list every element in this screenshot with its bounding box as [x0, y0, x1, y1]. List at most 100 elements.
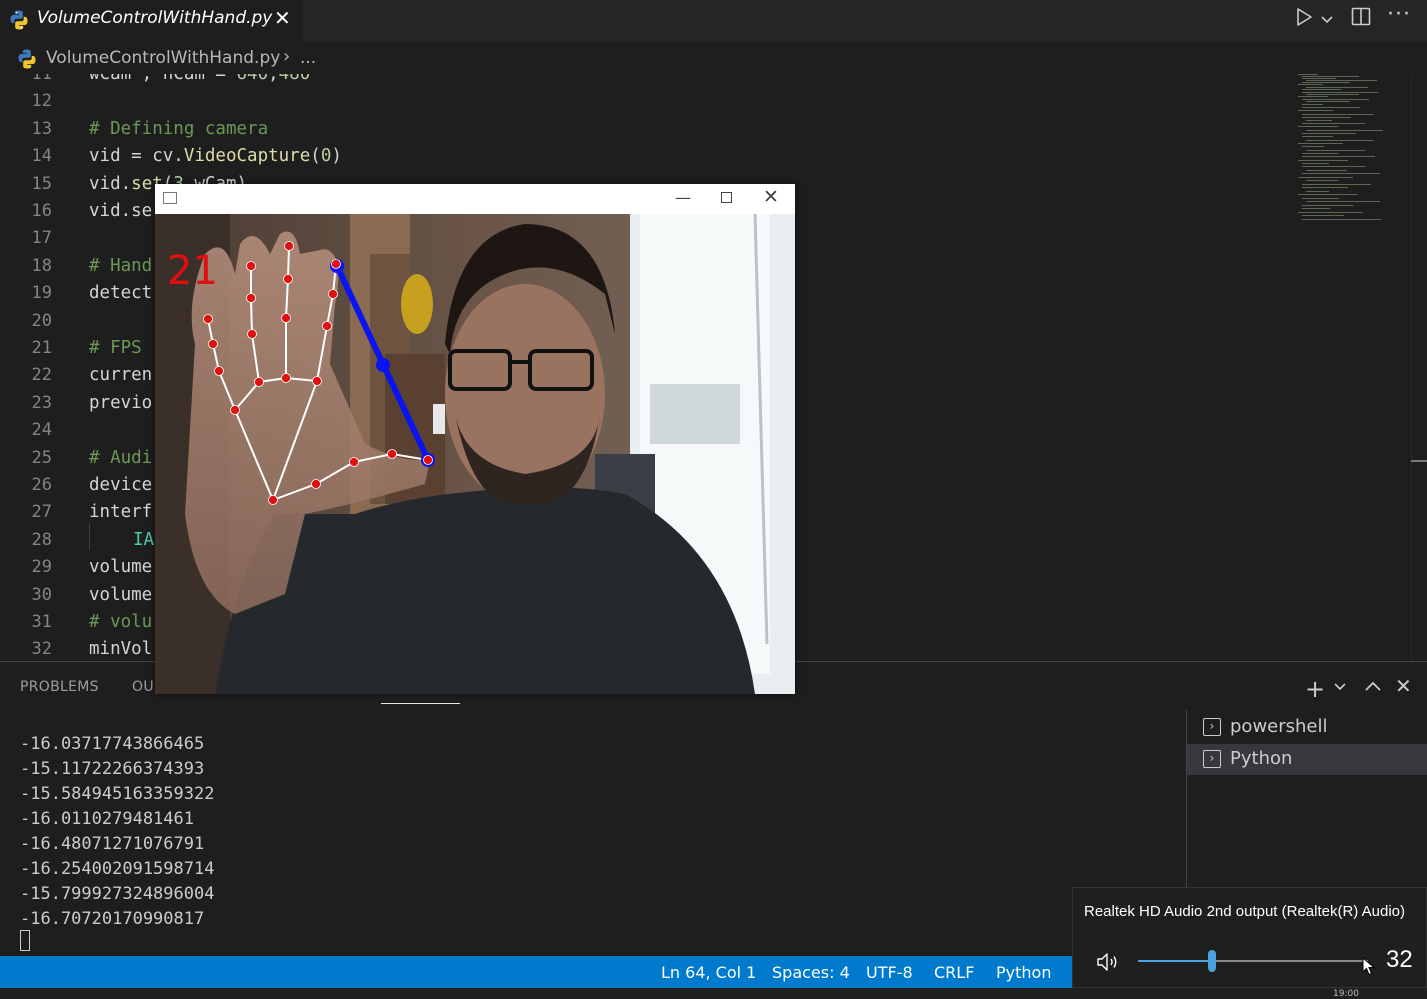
editor-tab[interactable]: VolumeControlWithHand.py ✕ — [0, 0, 302, 42]
line-number: 13 — [31, 118, 52, 139]
landmark-point — [268, 495, 278, 505]
line-number: 30 — [31, 584, 52, 605]
output-line: -16.48071271076791 — [20, 834, 205, 854]
maximize-icon[interactable] — [721, 192, 732, 203]
scrollbar-thumb[interactable] — [1411, 460, 1427, 462]
landmark-point — [254, 377, 264, 387]
landmark-point — [246, 261, 256, 271]
fingertip-marker — [376, 358, 390, 372]
code-line[interactable]: device — [89, 475, 152, 495]
line-number: 22 — [31, 365, 52, 386]
indentation[interactable]: Spaces: 4 — [772, 963, 850, 982]
code-line[interactable]: volume — [89, 557, 152, 577]
terminal-item-python[interactable]: › Python — [1187, 744, 1427, 775]
code-line[interactable]: minVol — [89, 639, 152, 659]
code-line[interactable]: vid.se — [89, 201, 152, 221]
code-line[interactable]: interf — [89, 502, 152, 522]
landmark-point — [214, 366, 224, 376]
terminal-icon: › — [1203, 750, 1221, 768]
close-icon[interactable]: ✕ — [763, 186, 779, 208]
close-panel-icon[interactable]: ✕ — [1395, 674, 1412, 698]
landmark-count: 21 — [167, 248, 218, 294]
encoding[interactable]: UTF-8 — [866, 963, 913, 982]
volume-flyout: Realtek HD Audio 2nd output (Realtek(R) … — [1072, 887, 1427, 988]
code-line[interactable]: wCam , hCam = 640,480 — [89, 74, 310, 84]
line-number: 16 — [31, 201, 52, 221]
code-line[interactable]: # FPS — [89, 338, 142, 358]
breadcrumb-symbol[interactable]: ... — [300, 48, 316, 68]
output-line: -15.584945163359322 — [20, 784, 215, 804]
line-number: 32 — [31, 639, 52, 660]
landmark-point — [423, 455, 433, 465]
cursor-position[interactable]: Ln 64, Col 1 — [661, 963, 756, 982]
landmark-point — [322, 321, 332, 331]
line-number: 23 — [31, 392, 52, 413]
breadcrumb-file[interactable]: VolumeControlWithHand.py — [46, 48, 280, 68]
line-number: 24 — [31, 420, 52, 441]
code-line[interactable]: volume — [89, 585, 152, 605]
language-mode[interactable]: Python — [996, 963, 1051, 982]
end-of-line[interactable]: CRLF — [934, 963, 974, 982]
output-line: -16.03717743866465 — [20, 734, 205, 754]
chevron-down-icon[interactable] — [1333, 678, 1347, 697]
mouse-pointer-icon — [1362, 956, 1376, 981]
volume-slider-fill — [1138, 960, 1212, 962]
landmark-point — [247, 329, 257, 339]
code-line[interactable]: IA — [133, 530, 154, 550]
vertical-scrollbar[interactable] — [1411, 74, 1427, 661]
code-line[interactable]: vid = cv.VideoCapture(0) — [89, 146, 342, 166]
line-number: 29 — [31, 557, 52, 578]
volume-value: 32 — [1386, 946, 1413, 973]
camera-image: 21 — [155, 214, 795, 694]
terminal-icon: › — [1203, 718, 1221, 736]
line-number: 18 — [31, 255, 52, 276]
line-number: 31 — [31, 612, 52, 632]
terminal-label: powershell — [1230, 716, 1328, 737]
editor-tab-bar: VolumeControlWithHand.py ✕ ··· — [0, 0, 1427, 42]
split-editor-icon[interactable] — [1350, 6, 1372, 32]
code-line[interactable]: # Hand — [89, 256, 152, 276]
tab-output[interactable]: OU — [132, 679, 154, 695]
breadcrumb: VolumeControlWithHand.py › ... — [0, 42, 1427, 74]
python-file-icon — [16, 48, 38, 74]
close-tab-icon[interactable]: ✕ — [274, 6, 291, 30]
minimize-icon[interactable]: — — [675, 188, 691, 207]
audio-device-name[interactable]: Realtek HD Audio 2nd output (Realtek(R) … — [1084, 903, 1405, 920]
new-terminal-icon[interactable]: + — [1305, 675, 1325, 703]
code-line[interactable]: # volu — [89, 612, 152, 632]
terminal-cursor — [20, 930, 30, 951]
code-line[interactable]: detect — [89, 283, 152, 303]
line-number: 28 — [31, 529, 52, 550]
line-number: 12 — [31, 91, 52, 112]
code-line[interactable]: curren — [89, 365, 152, 385]
taskbar — [0, 988, 1427, 998]
code-line[interactable]: # Audi — [89, 448, 152, 468]
terminal-item-powershell[interactable]: › powershell — [1187, 712, 1427, 743]
tab-problems[interactable]: PROBLEMS — [20, 679, 99, 695]
code-line[interactable]: previo — [89, 393, 152, 413]
landmark-point — [349, 457, 359, 467]
line-number: 15 — [31, 173, 52, 194]
camera-window-titlebar[interactable]: — ✕ — [155, 184, 795, 214]
landmark-connection — [287, 245, 290, 280]
maximize-panel-icon[interactable] — [1364, 678, 1382, 697]
run-python-file-button[interactable] — [1294, 6, 1314, 32]
landmark-point — [331, 259, 341, 269]
volume-slider-thumb[interactable] — [1207, 950, 1216, 972]
line-number: 14 — [31, 146, 52, 167]
terminal-output[interactable]: -16.03717743866465 -15.11722266374393 -1… — [20, 732, 214, 932]
speaker-icon[interactable] — [1095, 950, 1121, 978]
line-number: 20 — [31, 310, 52, 331]
chevron-down-icon[interactable] — [1320, 11, 1334, 30]
landmark-point — [312, 376, 322, 386]
more-actions-icon[interactable]: ··· — [1387, 2, 1411, 27]
landmark-point — [230, 405, 240, 415]
camera-window[interactable]: — ✕ 21 — [155, 184, 795, 694]
line-number: 11 — [31, 74, 52, 84]
minimap[interactable] — [1298, 74, 1398, 234]
landmark-connection — [250, 297, 253, 335]
landmark-point — [208, 339, 218, 349]
code-line[interactable]: # Defining camera — [89, 119, 268, 139]
line-number: 27 — [31, 502, 52, 523]
tab-title: VolumeControlWithHand.py — [37, 8, 273, 28]
